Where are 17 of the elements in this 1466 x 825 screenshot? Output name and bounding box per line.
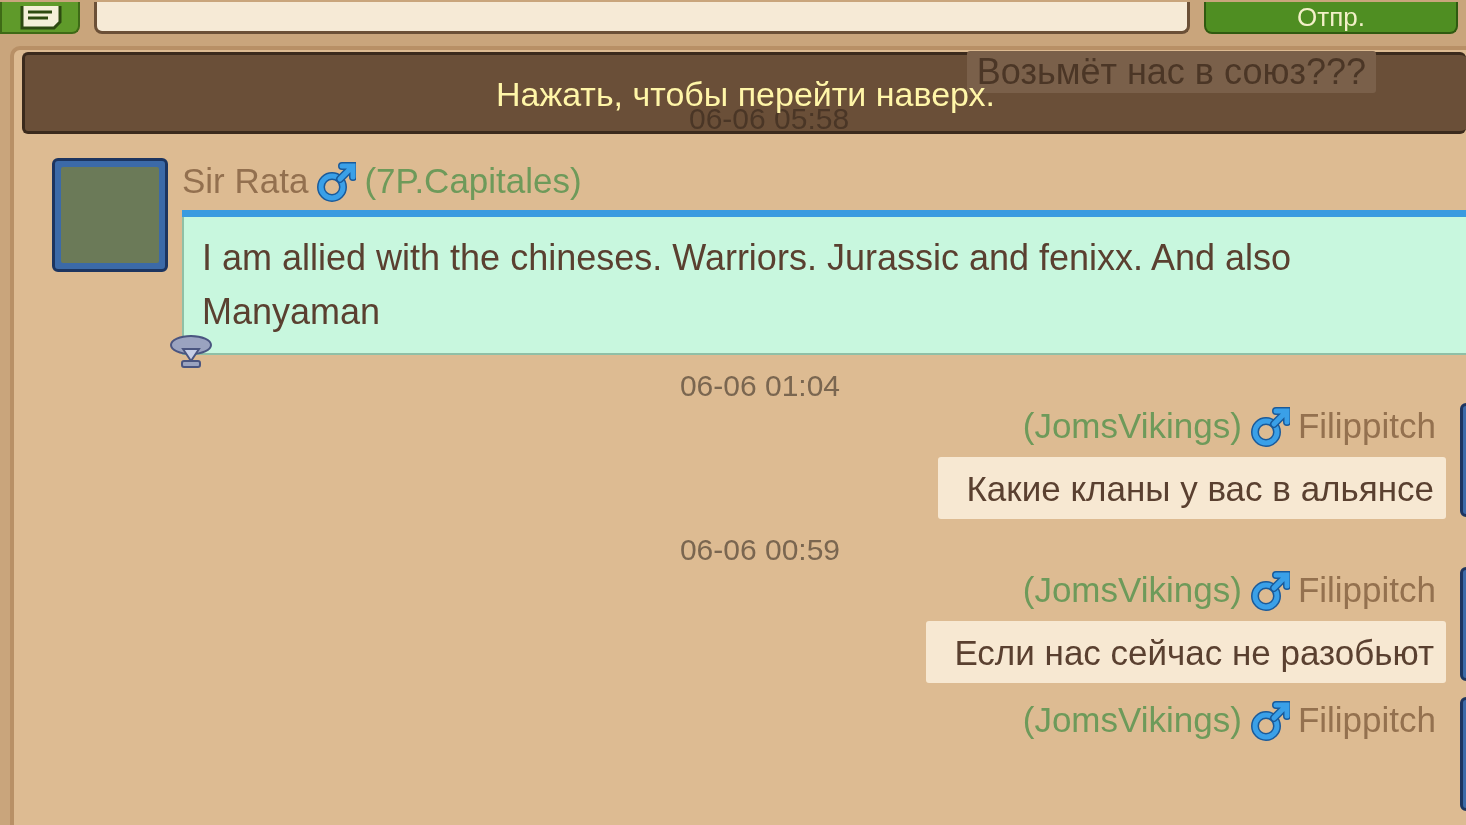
avatar[interactable] [52,158,168,272]
player-name[interactable]: Filippitch [1297,570,1436,610]
timestamp: 06-06 00:59 [679,533,841,566]
message-bubble: Какие кланы у вас в альянсе [938,457,1446,519]
timestamp: 06-06 01:04 [679,369,841,402]
clan-tag: (JomsVikings) [1022,700,1242,740]
clan-tag: (JomsVikings) [1022,406,1242,446]
message-bubble: Если нас сейчас не разобьют [926,621,1446,683]
notepad-icon [18,6,62,32]
send-button[interactable]: Отпр. [1204,2,1458,34]
clan-tag: (JomsVikings) [1022,570,1242,610]
player-name[interactable]: Filippitch [1297,700,1436,740]
notes-button[interactable] [0,2,80,34]
player-name[interactable]: Filippitch [1297,406,1436,446]
message-input-field[interactable] [94,2,1190,34]
clan-tag: (7P.Capitales) [364,161,582,201]
player-name[interactable]: Sir Rata [182,161,309,201]
